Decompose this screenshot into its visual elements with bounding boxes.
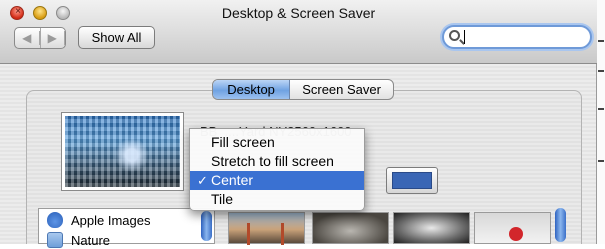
background-color-well[interactable] <box>386 167 438 194</box>
window: × Desktop & Screen Saver ◀ ▶ Show All De… <box>0 0 597 248</box>
color-swatch <box>392 172 432 189</box>
back-button[interactable]: ◀ <box>15 28 41 48</box>
picture-thumbnails <box>228 212 566 245</box>
menu-item-stretch[interactable]: Stretch to fill screen <box>190 152 364 171</box>
forward-button[interactable]: ▶ <box>41 28 65 48</box>
folder-icon <box>47 232 63 248</box>
apple-icon <box>47 212 63 228</box>
thumbnail-image[interactable] <box>228 212 305 245</box>
edge-mark <box>598 108 604 110</box>
title-bar: × Desktop & Screen Saver ◀ ▶ Show All <box>0 0 597 64</box>
edge-mark <box>598 160 604 162</box>
search-icon <box>449 30 460 41</box>
menu-item-label: Fill screen <box>211 134 275 150</box>
tab-screen-saver[interactable]: Screen Saver <box>290 80 393 99</box>
window-title: Desktop & Screen Saver <box>221 5 376 21</box>
forward-arrow-icon: ▶ <box>41 31 65 45</box>
menu-item-fill-screen[interactable]: Fill screen <box>190 133 364 152</box>
menu-item-tile[interactable]: Tile <box>190 190 364 209</box>
thumbnails-scrollbar[interactable] <box>555 208 566 242</box>
thumbnail-image[interactable] <box>393 212 470 244</box>
thumbnail-image[interactable] <box>474 212 551 244</box>
tab-bar: Desktop Screen Saver <box>212 79 394 100</box>
menu-item-label: Tile <box>211 191 234 207</box>
edge-mark <box>598 70 604 72</box>
source-list-scrollbar[interactable] <box>201 211 212 241</box>
position-popup-menu: Fill screen Stretch to fill screen ✓ Cent… <box>189 128 365 211</box>
desktop-picture-preview[interactable] <box>61 112 184 191</box>
menu-item-center[interactable]: ✓ Center <box>190 171 364 190</box>
show-all-button[interactable]: Show All <box>78 26 155 49</box>
menu-item-label: Stretch to fill screen <box>211 153 334 169</box>
source-label: Apple Images <box>71 212 151 228</box>
image-source-list: Apple Images Nature <box>38 208 215 248</box>
back-forward-control: ◀ ▶ <box>14 27 66 49</box>
thumbnail-image[interactable] <box>312 212 389 244</box>
checkmark-icon: ✓ <box>197 173 208 188</box>
preview-image <box>65 116 180 187</box>
background-window-edge <box>597 0 605 244</box>
tab-desktop[interactable]: Desktop <box>213 80 291 99</box>
text-cursor <box>464 30 465 44</box>
menu-item-label: Center <box>211 172 254 188</box>
source-label: Nature <box>71 232 111 248</box>
list-item[interactable]: Nature <box>47 231 110 249</box>
back-arrow-icon: ◀ <box>15 31 40 45</box>
search-field[interactable] <box>442 25 592 49</box>
list-item[interactable]: Apple Images <box>47 211 151 229</box>
edge-mark <box>598 40 604 42</box>
